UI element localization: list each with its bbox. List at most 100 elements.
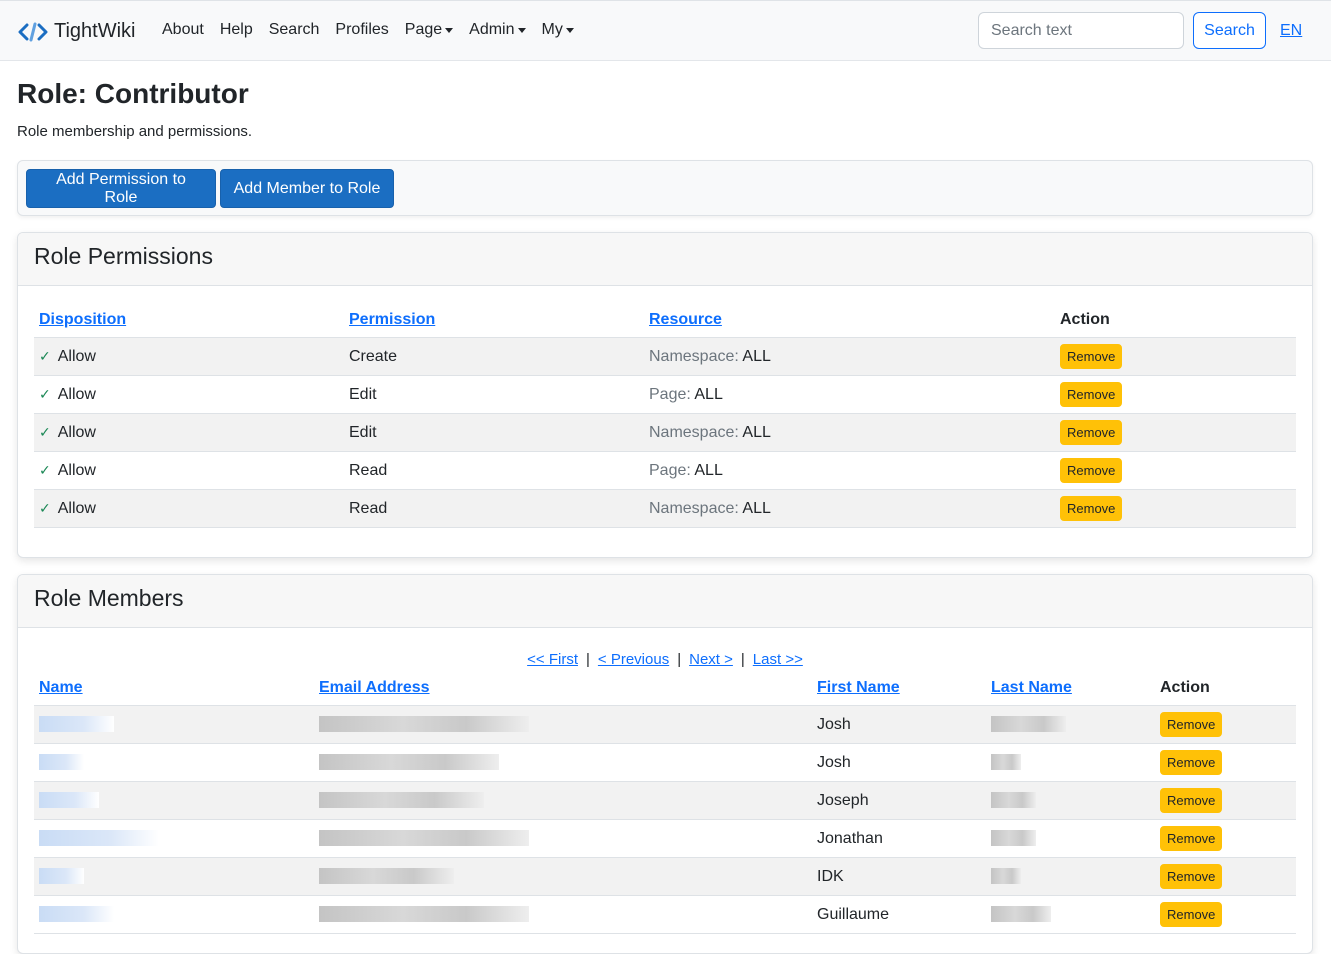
redacted-name[interactable] [39,792,99,809]
pager-separator: | [677,651,682,668]
checkmark-icon: ✓ [39,461,51,478]
name-cell[interactable] [34,705,314,744]
disposition-cell: ✓ Allow [34,413,344,452]
nav-page-label: Page [404,21,443,38]
remove-member-button[interactable]: Remove [1160,788,1223,813]
name-cell[interactable] [34,857,314,896]
email-cell [314,705,812,744]
last-name-cell [986,857,1155,896]
column-header[interactable]: Disposition [34,303,344,338]
nav-search-label: Search [268,21,320,38]
remove-permission-button[interactable]: Remove [1060,382,1123,407]
column-header-action: Action [1055,303,1296,338]
remove-member-button[interactable]: Remove [1160,902,1223,927]
table-row: ✓ Allow Edit Page: ALL Remove [34,375,1296,414]
nav-about[interactable]: About [162,21,204,39]
disposition-value: Allow [57,499,96,517]
sort-email-link[interactable]: Email Address [319,679,430,696]
remove-member-button[interactable]: Remove [1160,826,1223,851]
nav-admin-dropdown[interactable]: Admin [469,21,526,39]
resource-cell: Namespace: ALL [644,413,1055,452]
pager-first-link[interactable]: << First [527,651,578,668]
nav-help-label: Help [219,21,253,38]
action-cell: Remove [1055,489,1296,528]
add-member-button[interactable]: Add Member to Role [220,169,394,208]
search-input[interactable] [978,12,1184,49]
sort-disposition-link[interactable]: Disposition [39,311,126,328]
sort-last-name-link[interactable]: Last Name [991,679,1072,696]
remove-permission-button[interactable]: Remove [1060,344,1123,369]
sort-name-link[interactable]: Name [39,679,83,696]
remove-permission-button[interactable]: Remove [1060,420,1123,445]
nav-page-dropdown[interactable]: Page [404,21,454,39]
redacted-name[interactable] [39,830,159,847]
column-header[interactable]: Resource [644,303,1055,338]
sort-first-name-link[interactable]: First Name [817,679,900,696]
remove-permission-button[interactable]: Remove [1060,496,1123,521]
email-cell [314,781,812,820]
action-cell: Remove [1055,337,1296,376]
name-cell[interactable] [34,819,314,858]
pager-previous-link[interactable]: < Previous [598,651,669,668]
permission-cell: Edit [344,375,644,414]
nav-help[interactable]: Help [220,21,253,39]
checkmark-icon: ✓ [39,347,51,364]
pager-last-link[interactable]: Last >> [753,651,803,668]
column-header[interactable]: Last Name [986,671,1155,706]
name-cell[interactable] [34,781,314,820]
code-brackets-icon [18,22,48,41]
search-button[interactable]: Search [1193,12,1266,49]
remove-member-button[interactable]: Remove [1160,712,1223,737]
table-header-row: Name Email Address First Name Last Name … [34,671,1296,706]
remove-member-button[interactable]: Remove [1160,750,1223,775]
nav-profiles[interactable]: Profiles [335,21,388,39]
caret-down-icon [445,28,454,33]
top-navbar: TightWiki About Help Search Profiles Pag… [0,0,1331,61]
resource-value: ALL [742,347,771,365]
redacted-email [319,906,529,923]
redacted-name[interactable] [39,868,84,885]
brand-link[interactable]: TightWiki [18,20,135,43]
caret-down-icon [565,28,574,33]
pager-next-link[interactable]: Next > [689,651,733,668]
column-header[interactable]: First Name [812,671,986,706]
redacted-name[interactable] [39,906,114,923]
nav-my-dropdown[interactable]: My [542,21,574,39]
permissions-card: Role Permissions Disposition Permission … [17,232,1313,558]
resource-type: Namespace: [649,423,739,441]
table-row: IDK Remove [34,857,1296,896]
table-row: ✓ Allow Read Namespace: ALL Remove [34,489,1296,528]
disposition-cell: ✓ Allow [34,451,344,490]
resource-cell: Page: ALL [644,451,1055,490]
sort-permission-link[interactable]: Permission [349,311,435,328]
email-cell [314,743,812,782]
email-cell [314,819,812,858]
action-cell: Remove [1155,705,1296,744]
column-header[interactable]: Permission [344,303,644,338]
redacted-name[interactable] [39,754,84,771]
action-cell: Remove [1155,819,1296,858]
last-name-cell [986,895,1155,934]
nav-profiles-label: Profiles [335,21,389,38]
language-link[interactable]: EN [1280,22,1302,40]
nav-search[interactable]: Search [269,21,320,39]
column-header[interactable]: Name [34,671,314,706]
disposition-value: Allow [57,461,96,479]
action-cell: Remove [1155,743,1296,782]
add-permission-button[interactable]: Add Permission to Role [26,169,216,208]
redacted-name[interactable] [39,716,114,733]
permission-cell: Read [344,451,644,490]
sort-resource-link[interactable]: Resource [649,311,722,328]
last-name-cell [986,819,1155,858]
remove-member-button[interactable]: Remove [1160,864,1223,889]
column-header[interactable]: Email Address [314,671,812,706]
last-name-cell [986,705,1155,744]
redacted-email [319,754,499,771]
redacted-last-name [991,716,1066,733]
name-cell[interactable] [34,743,314,782]
first-name-cell: Josh [812,705,986,744]
name-cell[interactable] [34,895,314,934]
remove-permission-button[interactable]: Remove [1060,458,1123,483]
checkmark-icon: ✓ [39,423,51,440]
disposition-value: Allow [57,347,96,365]
